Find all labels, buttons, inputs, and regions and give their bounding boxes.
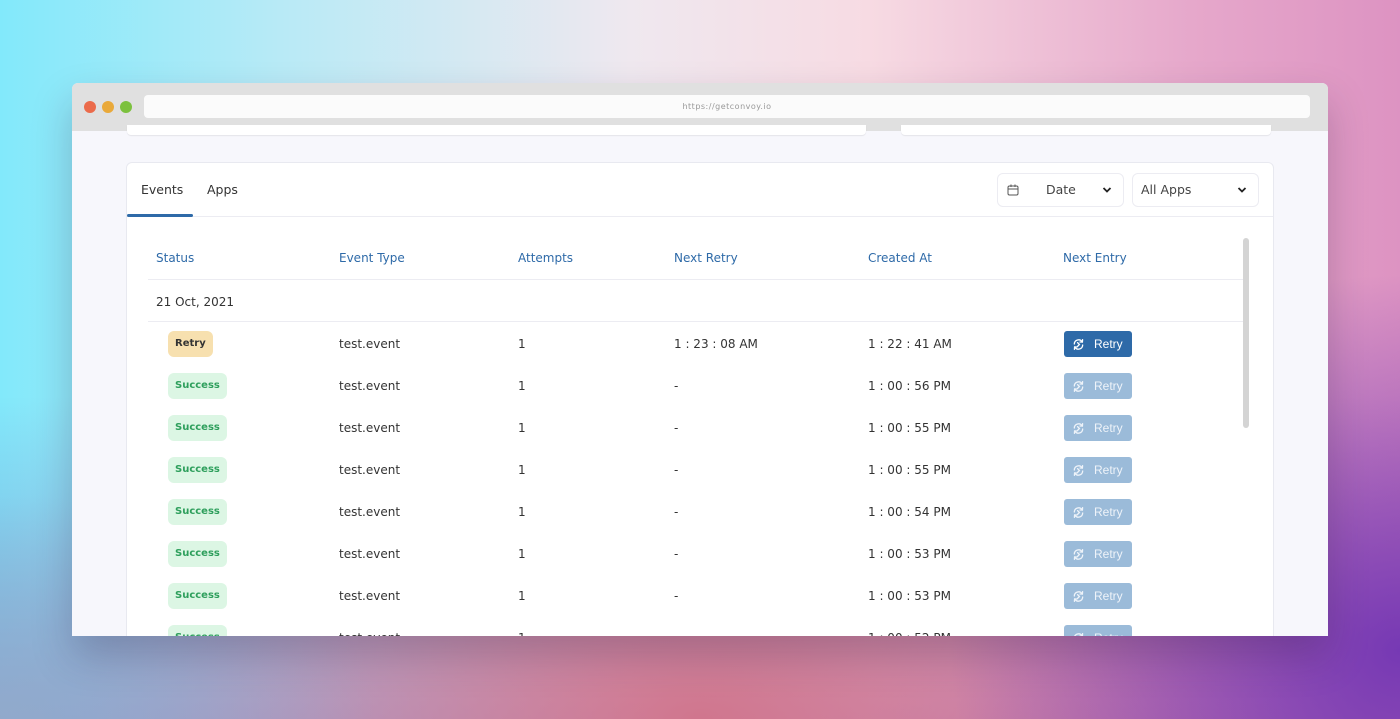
tab-apps[interactable]: Apps: [207, 163, 238, 217]
next-retry-cell: -: [674, 421, 679, 435]
attempts-cell: 1: [518, 379, 526, 393]
retry-button[interactable]: Retry: [1064, 499, 1132, 525]
created-at-cell: 1 : 00 : 53 PM: [868, 589, 951, 603]
status-badge: Success: [168, 625, 227, 636]
retry-button[interactable]: Retry: [1064, 331, 1132, 357]
vertical-scrollbar[interactable]: [1243, 238, 1249, 428]
retry-icon: [1073, 422, 1084, 434]
retry-icon: [1073, 548, 1084, 560]
table-row[interactable]: Success test.event 1 - 1 : 00 : 56 PM Re…: [148, 365, 1245, 407]
table-row[interactable]: Success test.event 1 - 1 : 00 : 54 PM Re…: [148, 491, 1245, 533]
minimize-window-button[interactable]: [102, 101, 114, 113]
retry-button[interactable]: Retry: [1064, 415, 1132, 441]
attempts-cell: 1: [518, 337, 526, 351]
date-filter-dropdown[interactable]: Date: [997, 173, 1124, 207]
events-panel: Events Apps Date All Apps Status Event T…: [126, 162, 1274, 636]
browser-window: https://getconvoy.io Events Apps Date Al…: [72, 83, 1328, 636]
table-row[interactable]: Retry test.event 1 1 : 23 : 08 AM 1 : 22…: [148, 323, 1245, 365]
status-badge: Retry: [168, 331, 213, 357]
top-cards-remnant: [72, 125, 1328, 135]
chevron-down-icon: [1102, 187, 1112, 193]
event-type-cell: test.event: [339, 421, 401, 435]
next-retry-cell: -: [674, 547, 679, 561]
tab-events[interactable]: Events: [141, 163, 183, 217]
next-retry-cell: -: [674, 463, 679, 477]
retry-button-label: Retry: [1094, 463, 1123, 477]
table-body: Retry test.event 1 1 : 23 : 08 AM 1 : 22…: [148, 323, 1245, 636]
created-at-cell: 1 : 00 : 54 PM: [868, 505, 951, 519]
attempts-cell: 1: [518, 547, 526, 561]
retry-icon: [1073, 380, 1084, 392]
retry-icon: [1073, 506, 1084, 518]
status-badge: Success: [168, 373, 227, 399]
next-retry-cell: -: [674, 631, 678, 636]
calendar-icon: [1007, 184, 1019, 196]
tabs-bar: Events Apps Date All Apps: [127, 163, 1273, 217]
stats-card: [901, 125, 1271, 135]
status-badge: Success: [168, 541, 227, 567]
attempts-cell: 1: [518, 463, 526, 477]
created-at-cell: 1 : 00 : 55 PM: [868, 421, 951, 435]
retry-button-label: Retry: [1094, 589, 1123, 603]
created-at-cell: 1 : 00 : 52 PM: [868, 631, 951, 636]
next-retry-cell: -: [674, 379, 679, 393]
retry-button[interactable]: Retry: [1064, 373, 1132, 399]
table-row[interactable]: Success test.event 1 - 1 : 00 : 55 PM Re…: [148, 449, 1245, 491]
created-at-cell: 1 : 00 : 56 PM: [868, 379, 951, 393]
event-type-cell: test.event: [339, 589, 401, 603]
status-badge: Success: [168, 499, 227, 525]
retry-icon: [1073, 590, 1084, 602]
date-group-row: 21 Oct, 2021: [148, 281, 1245, 322]
date-filter-label: Date: [1046, 182, 1076, 197]
apps-filter-label: All Apps: [1141, 182, 1192, 197]
retry-button[interactable]: Retry: [1064, 583, 1132, 609]
retry-button-label: Retry: [1094, 505, 1123, 519]
table-row[interactable]: Success test.event 1 - 1 : 00 : 52 PM Re…: [148, 617, 1245, 636]
created-at-cell: 1 : 22 : 41 AM: [868, 337, 952, 351]
status-badge: Success: [168, 583, 227, 609]
next-retry-cell: 1 : 23 : 08 AM: [674, 337, 758, 351]
apps-filter-dropdown[interactable]: All Apps: [1132, 173, 1259, 207]
retry-button-label: Retry: [1094, 631, 1123, 636]
event-type-cell: test.event: [339, 379, 401, 393]
address-bar[interactable]: https://getconvoy.io: [144, 95, 1310, 118]
table-row[interactable]: Success test.event 1 - 1 : 00 : 53 PM Re…: [148, 575, 1245, 617]
retry-button[interactable]: Retry: [1064, 457, 1132, 483]
browser-titlebar: https://getconvoy.io: [72, 83, 1328, 131]
stats-card: [127, 125, 866, 135]
event-type-cell: test.event: [339, 463, 401, 477]
event-type-cell: test.event: [339, 631, 400, 636]
chevron-down-icon: [1237, 187, 1247, 193]
close-window-button[interactable]: [84, 101, 96, 113]
maximize-window-button[interactable]: [120, 101, 132, 113]
status-badge: Success: [168, 415, 227, 441]
attempts-cell: 1: [518, 421, 526, 435]
retry-button-label: Retry: [1094, 337, 1123, 351]
event-type-cell: test.event: [339, 505, 401, 519]
retry-button[interactable]: Retry: [1064, 625, 1132, 636]
next-retry-cell: -: [674, 589, 679, 603]
retry-icon: [1073, 632, 1084, 636]
event-type-cell: test.event: [339, 547, 401, 561]
retry-button-label: Retry: [1094, 379, 1123, 393]
retry-icon: [1073, 464, 1084, 476]
created-at-cell: 1 : 00 : 55 PM: [868, 463, 951, 477]
events-table: Status Event Type Attempts Next Retry Cr…: [127, 218, 1273, 636]
table-row[interactable]: Success test.event 1 - 1 : 00 : 53 PM Re…: [148, 533, 1245, 575]
retry-button-label: Retry: [1094, 547, 1123, 561]
event-type-cell: test.event: [339, 337, 401, 351]
retry-button[interactable]: Retry: [1064, 541, 1132, 567]
attempts-cell: 1: [518, 589, 526, 603]
table-row[interactable]: Success test.event 1 - 1 : 00 : 55 PM Re…: [148, 407, 1245, 449]
retry-icon: [1073, 338, 1084, 350]
active-tab-indicator: [127, 214, 193, 217]
created-at-cell: 1 : 00 : 53 PM: [868, 547, 951, 561]
retry-button-label: Retry: [1094, 421, 1123, 435]
date-group-label: 21 Oct, 2021: [156, 295, 234, 309]
attempts-cell: 1: [518, 631, 526, 636]
status-badge: Success: [168, 457, 227, 483]
table-header: Status Event Type Attempts Next Retry Cr…: [148, 218, 1245, 280]
attempts-cell: 1: [518, 505, 526, 519]
next-retry-cell: -: [674, 505, 679, 519]
